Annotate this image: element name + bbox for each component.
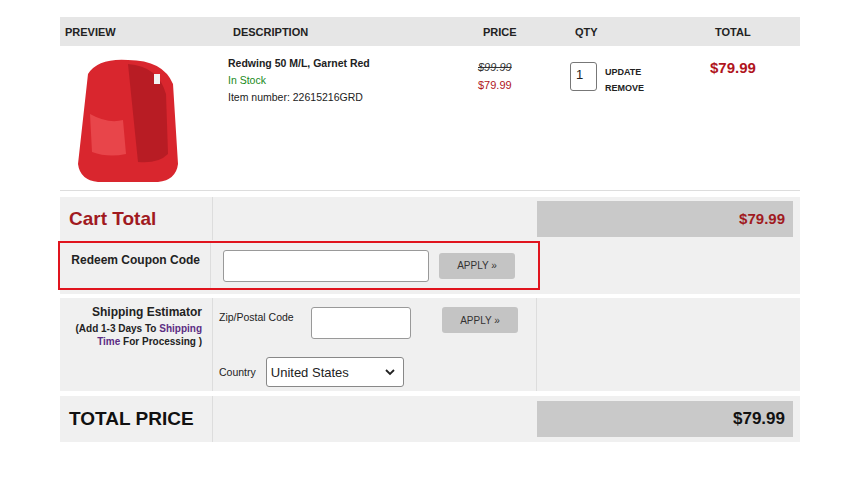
quantity-cell: 1 UPDATEREMOVE (570, 46, 710, 190)
coupon-highlight: Redeem Coupon Code APPLY » (58, 241, 540, 290)
zip-input[interactable] (311, 307, 411, 339)
total-price-value: $79.99 (537, 401, 793, 437)
cart-total-value: $79.99 (537, 201, 793, 237)
backpack-icon (68, 54, 183, 184)
country-select[interactable]: United States (266, 357, 404, 387)
table-header: PREVIEWDESCRIPTIONPRICEQTYTOTAL (60, 17, 800, 46)
item-price: $99.99 $79.99 (478, 46, 570, 190)
stock-status: In Stock (228, 72, 478, 89)
cart-item-row: Redwing 50 M/L, Garnet Red In Stock Item… (60, 46, 800, 191)
item-action-link[interactable]: UPDATE (605, 64, 644, 80)
cart-table: PREVIEWDESCRIPTIONPRICEQTYTOTAL Redwing … (60, 17, 800, 442)
product-image[interactable] (60, 46, 228, 190)
total-price-label: TOTAL PRICE (60, 396, 213, 442)
coupon-apply-button[interactable]: APPLY » (439, 253, 515, 279)
item-number: Item number: 22615216GRD (228, 89, 478, 106)
shipping-row: Shipping Estimator (Add 1-3 Days To Ship… (60, 298, 800, 391)
coupon-label: Redeem Coupon Code (60, 243, 211, 288)
item-name[interactable]: Redwing 50 M/L, Garnet Red (228, 55, 478, 72)
cart-total-label: Cart Total (60, 197, 213, 240)
coupon-input[interactable] (223, 250, 429, 282)
column-header: PRICE (478, 26, 570, 38)
shipping-label: Shipping Estimator (Add 1-3 Days To Ship… (60, 298, 213, 391)
sale-price: $79.99 (478, 76, 570, 94)
column-header: DESCRIPTION (228, 26, 478, 38)
country-label: Country (219, 366, 256, 378)
coupon-row: Redeem Coupon Code APPLY » (60, 240, 800, 294)
column-header: QTY (570, 26, 710, 38)
item-description: Redwing 50 M/L, Garnet Red In Stock Item… (228, 46, 478, 190)
cart-total-row: Cart Total $79.99 (60, 197, 800, 240)
quantity-input[interactable]: 1 (570, 62, 597, 91)
shipping-note: Time For Processing ) (97, 335, 202, 348)
old-price: $99.99 (478, 58, 570, 76)
total-price-row: TOTAL PRICE $79.99 (60, 396, 800, 442)
column-header: PREVIEW (60, 26, 228, 38)
zip-label: Zip/Postal Code (219, 307, 311, 323)
shipping-note: (Add 1-3 Days To Shipping (76, 322, 203, 335)
cart-page: PREVIEWDESCRIPTIONPRICEQTYTOTAL Redwing … (0, 0, 866, 502)
shipping-apply-button[interactable]: APPLY » (442, 307, 518, 333)
item-total: $79.99 (710, 46, 800, 190)
chevron-down-icon (385, 369, 395, 376)
column-header: TOTAL (710, 26, 800, 38)
item-action-link[interactable]: REMOVE (605, 80, 644, 96)
